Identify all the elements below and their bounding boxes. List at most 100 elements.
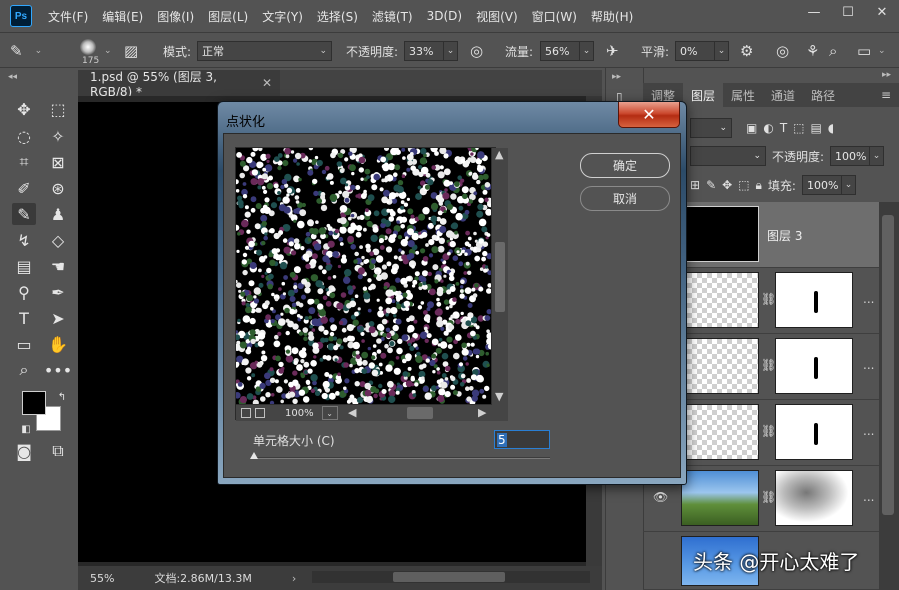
status-menu-chevron-icon[interactable]: › bbox=[292, 572, 296, 585]
layer-more-icon[interactable]: ... bbox=[863, 424, 874, 438]
filter-pixel-icon[interactable]: ▣ bbox=[746, 121, 757, 135]
collapse-panel-icon[interactable]: ▸▸ bbox=[882, 70, 891, 80]
menu-window[interactable]: 窗口(W) bbox=[532, 8, 577, 25]
history-brush-tool-icon[interactable]: ↯ bbox=[12, 229, 36, 251]
layer-opacity-chevron-icon[interactable]: ⌄ bbox=[870, 146, 885, 166]
frame-tool-icon[interactable]: ⊠ bbox=[46, 151, 70, 173]
tab-channels[interactable]: 通道 bbox=[763, 83, 803, 107]
type-tool-icon[interactable]: T bbox=[12, 307, 36, 329]
airbrush-icon[interactable]: ✈ bbox=[606, 42, 619, 60]
mode-select[interactable]: 正常 ⌄ bbox=[197, 41, 332, 61]
pressure-opacity-icon[interactable]: ◎ bbox=[470, 42, 483, 60]
brush-settings-icon[interactable]: ▨ bbox=[124, 42, 138, 60]
filter-smart-object-icon[interactable]: ▤ bbox=[811, 121, 822, 135]
layer-mask-thumbnail[interactable] bbox=[775, 470, 853, 526]
layer-more-icon[interactable]: ... bbox=[863, 292, 874, 306]
preview-vertical-scroll-thumb[interactable] bbox=[495, 242, 505, 312]
swap-colors-icon[interactable]: ↰ bbox=[50, 386, 74, 408]
preview-horizontal-scroll-thumb[interactable] bbox=[407, 407, 433, 419]
layer-more-icon[interactable]: ... bbox=[863, 358, 874, 372]
layer-opacity-input[interactable]: 100% bbox=[830, 146, 871, 166]
scroll-down-arrow-icon[interactable]: ▼ bbox=[495, 390, 503, 403]
panel-menu-icon[interactable]: ≡ bbox=[881, 88, 891, 102]
close-window-button[interactable]: ✕ bbox=[865, 0, 899, 24]
opacity-input[interactable]: 33% bbox=[404, 41, 444, 61]
link-icon[interactable]: ⛓ bbox=[761, 424, 776, 438]
opacity-chevron-icon[interactable]: ⌄ bbox=[444, 41, 458, 61]
document-tab[interactable]: 1.psd @ 55% (图层 3, RGB/8) * ✕ bbox=[78, 70, 280, 99]
cell-size-slider-thumb[interactable] bbox=[250, 452, 258, 459]
lock-image-icon[interactable]: ✎ bbox=[706, 178, 716, 192]
link-icon[interactable]: ⛓ bbox=[761, 490, 776, 504]
tab-layers[interactable]: 图层 bbox=[683, 83, 724, 107]
tool-preset-chevron-icon[interactable]: ⌄ bbox=[35, 46, 43, 56]
zoom-tool-icon[interactable]: ⌕ bbox=[12, 359, 36, 381]
zoom-in-icon[interactable] bbox=[255, 408, 265, 418]
link-icon[interactable]: ⛓ bbox=[761, 292, 776, 306]
filter-adjustment-icon[interactable]: ◐ bbox=[763, 121, 773, 135]
fill-chevron-icon[interactable]: ⌄ bbox=[841, 175, 856, 195]
brush-tool-icon[interactable]: ✎ bbox=[10, 42, 23, 60]
screen-mode-icon[interactable]: ⧉ bbox=[46, 440, 70, 462]
maximize-button[interactable]: ☐ bbox=[831, 0, 865, 24]
brush-tool-icon[interactable]: ✎ bbox=[12, 203, 36, 225]
ok-button[interactable]: 确定 bbox=[580, 153, 670, 178]
menu-image[interactable]: 图像(I) bbox=[157, 8, 194, 25]
cancel-button[interactable]: 取消 bbox=[580, 186, 670, 211]
gear-icon[interactable]: ⚙ bbox=[740, 42, 753, 60]
collapse-tools-icon[interactable]: ◂◂ bbox=[8, 72, 17, 82]
zoom-out-icon[interactable] bbox=[241, 408, 251, 418]
quick-mask-icon[interactable]: ◙ bbox=[12, 440, 36, 462]
visibility-eye-icon[interactable]: 👁︎ bbox=[653, 490, 668, 504]
filter-type-icon[interactable]: T bbox=[780, 121, 787, 135]
tab-properties[interactable]: 属性 bbox=[723, 83, 763, 107]
path-select-tool-icon[interactable]: ➤ bbox=[46, 307, 70, 329]
shape-tool-icon[interactable]: ▭ bbox=[12, 333, 36, 355]
flow-input[interactable]: 56% bbox=[540, 41, 580, 61]
symmetry-icon[interactable]: ⚘ bbox=[806, 42, 819, 60]
canvas-horizontal-scroll-thumb[interactable] bbox=[393, 572, 505, 582]
link-icon[interactable]: ⛓ bbox=[761, 358, 776, 372]
menu-help[interactable]: 帮助(H) bbox=[591, 8, 633, 25]
menu-select[interactable]: 选择(S) bbox=[317, 8, 358, 25]
menu-layer[interactable]: 图层(L) bbox=[208, 8, 248, 25]
smooth-input[interactable]: 0% bbox=[675, 41, 715, 61]
workspace-chevron-icon[interactable]: ⌄ bbox=[878, 46, 886, 56]
move-tool-icon[interactable]: ✥ bbox=[12, 98, 36, 120]
layer-more-icon[interactable]: ... bbox=[863, 490, 874, 504]
eyedropper-tool-icon[interactable]: ✐ bbox=[12, 177, 36, 199]
scroll-up-arrow-icon[interactable]: ▲ bbox=[495, 148, 503, 161]
menu-file[interactable]: 文件(F) bbox=[48, 8, 88, 25]
menu-filter[interactable]: 滤镜(T) bbox=[372, 8, 413, 25]
scroll-right-arrow-icon[interactable]: ▶ bbox=[478, 406, 486, 419]
cell-size-input[interactable]: 5 bbox=[494, 430, 550, 449]
menu-view[interactable]: 视图(V) bbox=[476, 8, 518, 25]
default-colors-icon[interactable]: ◧ bbox=[14, 418, 38, 440]
dodge-tool-icon[interactable]: ⚲ bbox=[12, 281, 36, 303]
marquee-tool-icon[interactable]: ⬚ bbox=[46, 98, 70, 120]
eraser-tool-icon[interactable]: ◇ bbox=[46, 229, 70, 251]
stamp-tool-icon[interactable]: ♟ bbox=[46, 203, 70, 225]
magic-wand-tool-icon[interactable]: ✧ bbox=[46, 125, 70, 147]
menu-edit[interactable]: 编辑(E) bbox=[102, 8, 143, 25]
zoom-level[interactable]: 55% bbox=[90, 572, 114, 585]
hand-tool-icon[interactable]: ✋ bbox=[46, 333, 70, 355]
menu-type[interactable]: 文字(Y) bbox=[262, 8, 303, 25]
fill-input[interactable]: 100% bbox=[801, 175, 842, 195]
close-tab-icon[interactable]: ✕ bbox=[262, 76, 272, 90]
preview-vertical-scrollbar[interactable]: ▲ ▼ bbox=[492, 148, 508, 405]
lasso-tool-icon[interactable]: ◌ bbox=[12, 125, 36, 147]
scroll-left-arrow-icon[interactable]: ◀ bbox=[348, 406, 356, 419]
smudge-tool-icon[interactable]: ☚ bbox=[46, 255, 70, 277]
lock-position-icon[interactable]: ✥ bbox=[722, 178, 732, 192]
smooth-chevron-icon[interactable]: ⌄ bbox=[715, 41, 729, 61]
blend-mode-select[interactable]: ⌄ bbox=[690, 146, 766, 166]
crop-tool-icon[interactable]: ⌗ bbox=[12, 151, 36, 173]
filter-toggle-icon[interactable]: ◖ bbox=[828, 121, 834, 135]
workspace-icon[interactable]: ▭ bbox=[857, 42, 871, 60]
search-icon[interactable]: ⌕ bbox=[829, 42, 837, 60]
cell-size-slider[interactable] bbox=[253, 457, 550, 459]
layers-scroll-thumb[interactable] bbox=[882, 215, 894, 515]
minimize-button[interactable]: — bbox=[797, 0, 831, 24]
layer-mask-thumbnail[interactable] bbox=[775, 404, 853, 460]
